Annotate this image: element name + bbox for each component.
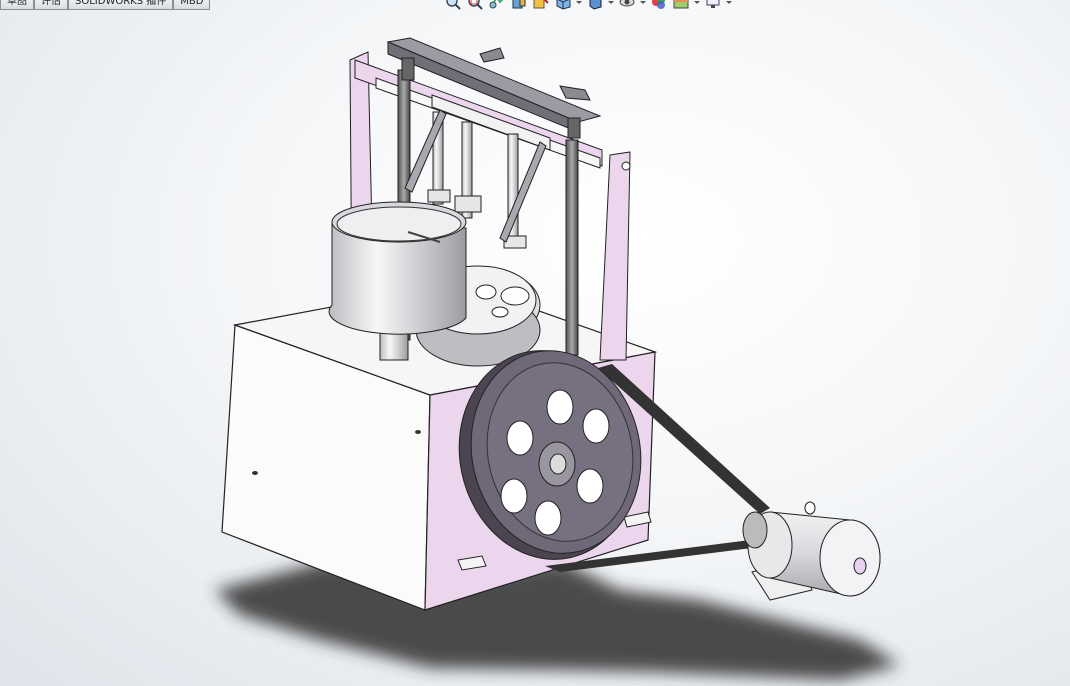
section-view-icon[interactable] (510, 0, 528, 10)
tab-mbd[interactable]: MBD (173, 0, 211, 10)
view-orientation-icon[interactable] (554, 0, 572, 10)
chevron-down-icon[interactable] (608, 0, 614, 10)
electric-motor[interactable] (742, 501, 881, 601)
command-manager-tabs: 草图 评估 SOLIDWORKS 插件 MBD (0, 0, 211, 10)
edit-appearance-icon[interactable] (650, 0, 668, 10)
machine-model[interactable] (0, 0, 1070, 686)
chevron-down-icon[interactable] (726, 0, 732, 10)
heads-up-view-toolbar (444, 0, 732, 10)
tab-evaluate[interactable]: 评估 (34, 0, 68, 10)
chevron-down-icon[interactable] (640, 0, 646, 10)
tab-solidworks-addins[interactable]: SOLIDWORKS 插件 (68, 0, 174, 10)
chevron-down-icon[interactable] (694, 0, 700, 10)
graphics-viewport[interactable] (0, 0, 1070, 686)
zoom-to-fit-icon[interactable] (444, 0, 462, 10)
display-style-icon[interactable] (586, 0, 604, 10)
apply-scene-icon[interactable] (672, 0, 690, 10)
tab-sketch[interactable]: 草图 (0, 0, 34, 10)
hide-show-items-icon[interactable] (618, 0, 636, 10)
dynamic-annotation-icon[interactable] (532, 0, 550, 10)
view-settings-icon[interactable] (704, 0, 722, 10)
zoom-to-area-icon[interactable] (466, 0, 484, 10)
previous-view-icon[interactable] (488, 0, 506, 10)
chevron-down-icon[interactable] (576, 0, 582, 10)
